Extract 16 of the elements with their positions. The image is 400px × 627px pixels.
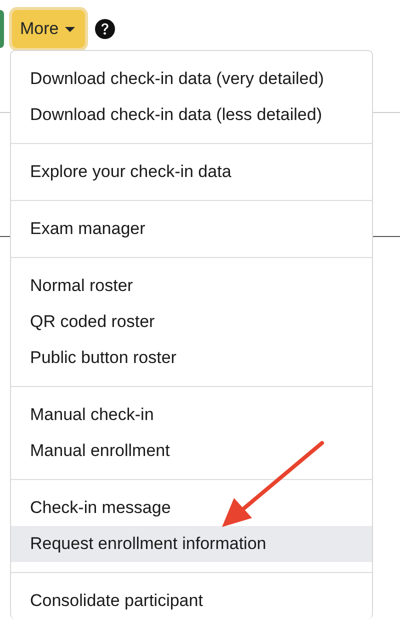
menu-item[interactable]: Exam manager — [11, 211, 372, 247]
menu-item[interactable]: Manual enrollment — [11, 433, 372, 469]
button-edge[interactable] — [0, 10, 4, 48]
menu-item[interactable]: Check-in message — [11, 490, 372, 526]
menu-item[interactable]: Manual check-in — [11, 397, 372, 433]
menu-item[interactable]: Normal roster — [11, 268, 372, 304]
caret-icon — [64, 26, 75, 32]
more-button[interactable]: More — [12, 10, 85, 48]
menu-item[interactable]: Explore your check-in data — [11, 154, 372, 190]
menu-item[interactable]: Download check-in data (very detailed) — [11, 61, 372, 97]
menu-item[interactable]: Consolidate participant — [11, 583, 372, 619]
menu-item[interactable]: Request enrollment information — [11, 526, 372, 562]
menu-item[interactable]: Download check-in data (less detailed) — [11, 97, 372, 133]
help-icon[interactable] — [94, 19, 115, 39]
menu-item[interactable]: QR coded roster — [11, 304, 372, 340]
menu-item[interactable]: Public button roster — [11, 340, 372, 376]
